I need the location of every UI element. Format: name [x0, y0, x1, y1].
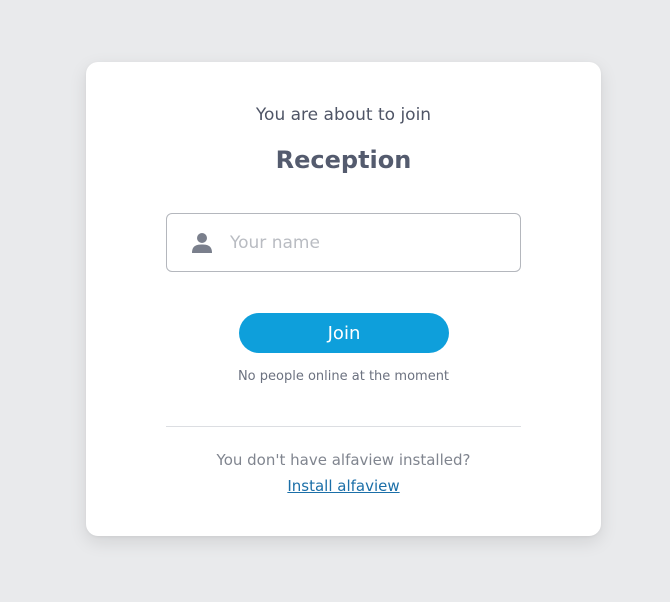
- online-status-text: No people online at the moment: [237, 369, 450, 384]
- install-alfaview-link[interactable]: Install alfaview: [287, 477, 399, 495]
- install-link-wrapper: Install alfaview: [86, 477, 601, 495]
- install-question: You don't have alfaview installed?: [216, 451, 471, 469]
- name-input[interactable]: [228, 231, 502, 254]
- join-button[interactable]: Join: [239, 313, 449, 353]
- intro-text: You are about to join: [255, 105, 432, 125]
- divider: [166, 426, 521, 427]
- room-name: Reception: [275, 146, 412, 174]
- join-card: You are about to join Reception Join No …: [86, 62, 601, 536]
- user-icon: [191, 232, 213, 254]
- name-field[interactable]: [166, 213, 521, 272]
